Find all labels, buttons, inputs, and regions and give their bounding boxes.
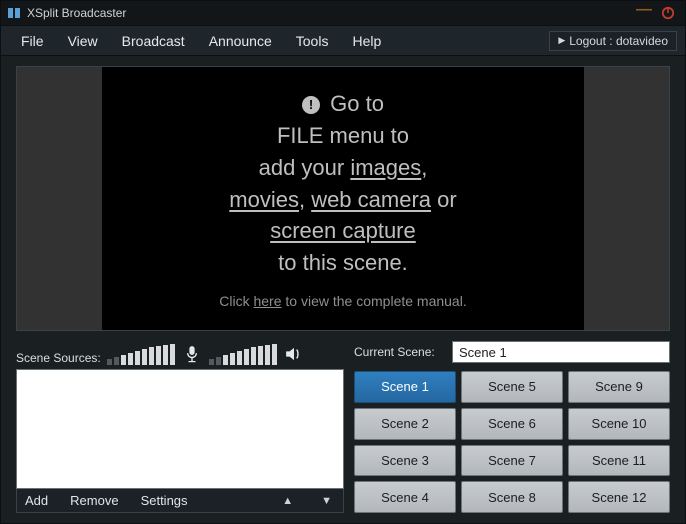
manual-hint: Click here to view the complete manual. (219, 293, 466, 309)
source-settings-button[interactable]: Settings (141, 493, 188, 508)
menu-bar: File View Broadcast Announce Tools Help … (1, 26, 685, 56)
scene-button-8[interactable]: Scene 8 (461, 481, 563, 513)
play-icon: ▶ (558, 35, 565, 46)
window-title: XSplit Broadcaster (27, 6, 631, 20)
scenes-header: Current Scene: (354, 339, 670, 365)
scenes-panel: Current Scene: Scene 1 Scene 2 Scene 3 S… (354, 339, 670, 513)
scene-button-11[interactable]: Scene 11 (568, 445, 670, 477)
add-source-button[interactable]: Add (25, 493, 48, 508)
microphone-icon[interactable] (181, 343, 203, 365)
preview-area: ! Go to FILE menu to add your images, mo… (16, 66, 670, 331)
app-icon (7, 6, 21, 20)
scene-grid: Scene 1 Scene 2 Scene 3 Scene 4 Scene 5 … (354, 371, 670, 513)
close-button[interactable] (657, 4, 679, 22)
link-web-camera[interactable]: web camera (311, 187, 431, 212)
scene-button-12[interactable]: Scene 12 (568, 481, 670, 513)
remove-source-button[interactable]: Remove (70, 493, 118, 508)
menu-help[interactable]: Help (340, 29, 393, 53)
mic-level-meter[interactable] (107, 343, 175, 365)
current-scene-label: Current Scene: (354, 345, 444, 359)
preview-left-pad (17, 67, 102, 330)
scene-button-4[interactable]: Scene 4 (354, 481, 456, 513)
sources-panel: Scene Sources: (16, 339, 344, 513)
scene-button-1[interactable]: Scene 1 (354, 371, 456, 403)
preview-right-pad (584, 67, 669, 330)
bottom-panel: Scene Sources: (1, 339, 685, 523)
link-manual[interactable]: here (253, 293, 281, 309)
sources-actions: Add Remove Settings ▲ ▼ (16, 489, 344, 513)
menu-announce[interactable]: Announce (197, 29, 284, 53)
preview-center: ! Go to FILE menu to add your images, mo… (102, 67, 584, 330)
scene-button-6[interactable]: Scene 6 (461, 408, 563, 440)
info-icon: ! (302, 96, 320, 114)
menu-tools[interactable]: Tools (284, 29, 341, 53)
speaker-level-meter[interactable] (209, 343, 277, 365)
link-movies[interactable]: movies (229, 187, 299, 212)
logout-button[interactable]: ▶ Logout : dotavideo (549, 31, 677, 51)
scene-button-7[interactable]: Scene 7 (461, 445, 563, 477)
menu-broadcast[interactable]: Broadcast (110, 29, 197, 53)
app-window: XSplit Broadcaster — File View Broadcast… (0, 0, 686, 524)
menu-view[interactable]: View (56, 29, 110, 53)
menu-file[interactable]: File (9, 29, 56, 53)
move-down-button[interactable]: ▼ (318, 495, 335, 507)
move-up-button[interactable]: ▲ (279, 495, 296, 507)
current-scene-input[interactable] (452, 341, 670, 363)
link-images[interactable]: images (350, 155, 421, 180)
sources-header: Scene Sources: (16, 339, 344, 365)
sources-label: Scene Sources: (16, 351, 101, 365)
sources-list[interactable] (16, 369, 344, 489)
minimize-button[interactable]: — (633, 1, 655, 19)
scene-button-10[interactable]: Scene 10 (568, 408, 670, 440)
link-screen-capture[interactable]: screen capture (270, 218, 416, 243)
title-bar: XSplit Broadcaster — (1, 1, 685, 26)
scene-button-2[interactable]: Scene 2 (354, 408, 456, 440)
scene-button-5[interactable]: Scene 5 (461, 371, 563, 403)
scene-button-9[interactable]: Scene 9 (568, 371, 670, 403)
empty-scene-hint: ! Go to FILE menu to add your images, mo… (229, 88, 456, 279)
scene-button-3[interactable]: Scene 3 (354, 445, 456, 477)
logout-label: Logout : dotavideo (569, 34, 668, 48)
speaker-icon[interactable] (283, 343, 305, 365)
